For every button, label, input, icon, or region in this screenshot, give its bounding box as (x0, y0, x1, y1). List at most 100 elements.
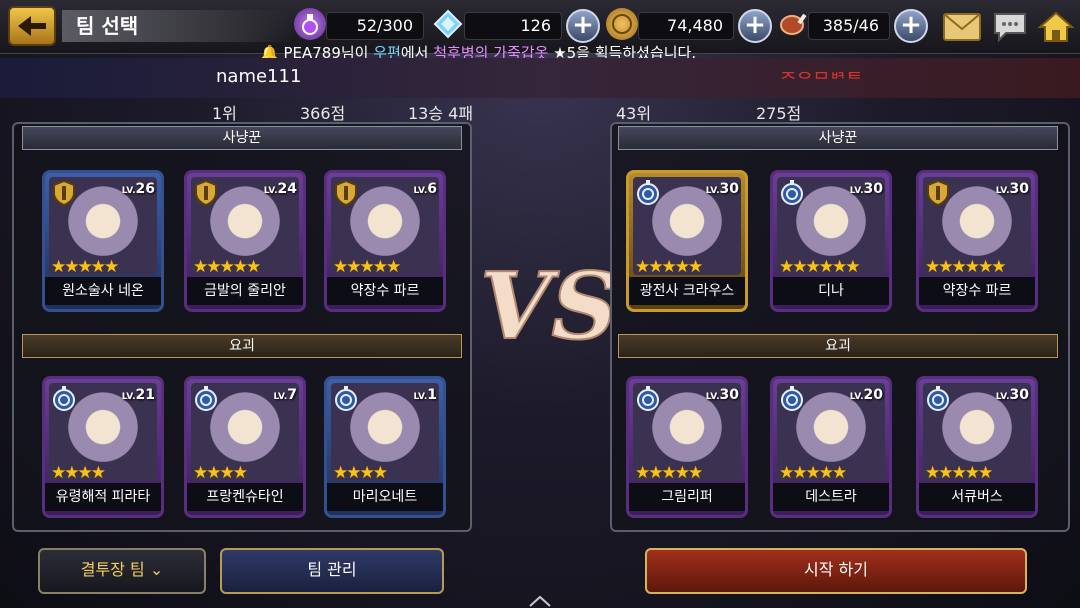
right-points: 275점 (756, 104, 802, 123)
level-value: 20 (863, 387, 883, 403)
level-label: LV.30 (995, 387, 1029, 403)
level-label: LV.30 (705, 387, 739, 403)
stamina-counter: 52/300 (326, 12, 424, 40)
vs-text: VS (480, 252, 610, 360)
orb-rank-icon (779, 385, 805, 413)
right-yokai-card-3[interactable]: LV.30 ★★★★★ 서큐버스 (916, 376, 1038, 518)
left-yokai-card-2[interactable]: LV.7 ★★★★ 프랑켄슈타인 (184, 376, 306, 518)
left-hunters-header: 사냥꾼 (22, 126, 462, 150)
chevron-up-icon[interactable] (528, 594, 552, 608)
star-rating: ★★★★★ (635, 463, 703, 483)
page-title: 팀 선택 (62, 10, 292, 42)
star-rating: ★★★★ (51, 463, 106, 483)
add-meat-button[interactable]: + (894, 9, 928, 43)
left-player-name: name111 (216, 66, 302, 87)
level-value: 30 (719, 387, 739, 403)
right-yokai-header: 요괴 (618, 334, 1058, 358)
meat-icon (778, 8, 810, 40)
character-name: 약장수 파르 (919, 277, 1035, 305)
team-manage-button[interactable]: 팀 관리 (220, 548, 444, 594)
back-arrow-icon (18, 16, 46, 36)
chat-icon[interactable] (990, 7, 1030, 47)
left-hunter-card-3[interactable]: LV.6 ★★★★★ 약장수 파르 (324, 170, 446, 312)
versus-banner (0, 58, 1080, 98)
add-gold-button[interactable]: + (738, 9, 772, 43)
character-name: 데스트라 (773, 483, 889, 511)
shield-rank-icon (333, 179, 359, 207)
right-hunters-header: 사냥꾼 (618, 126, 1058, 150)
right-hunter-card-3[interactable]: LV.30 ★★★★★★ 약장수 파르 (916, 170, 1038, 312)
level-value: 21 (135, 387, 155, 403)
mail-icon[interactable] (942, 7, 982, 47)
star-rating: ★★★★★★ (925, 257, 1006, 277)
level-label: LV.21 (121, 387, 155, 403)
star-rating: ★★★★★★ (779, 257, 860, 277)
left-record: 13승 4패 (408, 104, 474, 123)
character-name: 유령해적 피라타 (45, 483, 161, 511)
right-hunter-card-2[interactable]: LV.30 ★★★★★★ 디나 (770, 170, 892, 312)
arena-team-dropdown[interactable]: 결투장 팀 ⌄ (38, 548, 206, 594)
star-rating: ★★★★★ (635, 257, 703, 277)
level-label: LV.26 (121, 181, 155, 197)
orb-rank-icon (635, 179, 661, 207)
shield-rank-icon (925, 179, 951, 207)
character-name: 디나 (773, 277, 889, 305)
character-name: 광전사 크라우스 (629, 277, 745, 305)
left-yokai-card-3[interactable]: LV.1 ★★★★ 마리오네트 (324, 376, 446, 518)
meat-counter: 385/46 (808, 12, 890, 40)
level-label: LV.30 (995, 181, 1029, 197)
home-icon[interactable] (1036, 7, 1076, 47)
orb-rank-icon (925, 385, 951, 413)
crystal-counter: 126 (464, 12, 562, 40)
shield-rank-icon (193, 179, 219, 207)
screen-root: { "header": { "title": "팀 선택", "stamina"… (0, 0, 1080, 608)
level-label: LV.24 (263, 181, 297, 197)
orb-rank-icon (193, 385, 219, 413)
crystal-icon (432, 8, 464, 40)
left-rank: 1위 (212, 104, 237, 123)
right-hunter-card-1[interactable]: LV.30 ★★★★★ 광전사 크라우스 (626, 170, 748, 312)
vs-emblem: VS (479, 251, 610, 360)
add-crystal-button[interactable]: + (566, 9, 600, 43)
level-value: 30 (719, 181, 739, 197)
left-yokai-header: 요괴 (22, 334, 462, 358)
chevron-down-icon: ⌄ (149, 560, 164, 579)
arena-team-label: 결투장 팀 (80, 560, 145, 579)
star-rating: ★★★★★ (333, 257, 401, 277)
back-button[interactable] (8, 6, 56, 46)
character-name: 원소술사 네온 (45, 277, 161, 305)
orb-rank-icon (51, 385, 77, 413)
orb-rank-icon (635, 385, 661, 413)
star-rating: ★★★★★ (193, 257, 261, 277)
level-value: 1 (427, 387, 437, 403)
gold-coin-icon (606, 8, 638, 40)
character-name: 그림리퍼 (629, 483, 745, 511)
level-value: 26 (135, 181, 155, 197)
star-rating: ★★★★★ (779, 463, 847, 483)
right-player-name: ᄌᄋᄆᄇᄏᄐ (780, 70, 863, 91)
gold-counter: 74,480 (638, 12, 734, 40)
character-name: 마리오네트 (327, 483, 443, 511)
orb-rank-icon (779, 179, 805, 207)
level-label: LV.1 (413, 387, 437, 403)
level-label: LV.30 (849, 181, 883, 197)
left-hunter-card-1[interactable]: LV.26 ★★★★★ 원소술사 네온 (42, 170, 164, 312)
start-button[interactable]: 시작 하기 (645, 548, 1027, 594)
level-label: LV.6 (413, 181, 437, 197)
shield-rank-icon (51, 179, 77, 207)
right-yokai-card-2[interactable]: LV.20 ★★★★★ 데스트라 (770, 376, 892, 518)
right-rank: 43위 (616, 104, 652, 123)
level-value: 24 (277, 181, 297, 197)
character-name: 약장수 파르 (327, 277, 443, 305)
level-label: LV.20 (849, 387, 883, 403)
stamina-potion-icon (294, 8, 326, 40)
level-value: 7 (287, 387, 297, 403)
character-name: 금발의 줄리안 (187, 277, 303, 305)
star-rating: ★★★★ (193, 463, 248, 483)
left-yokai-card-1[interactable]: LV.21 ★★★★ 유령해적 피라타 (42, 376, 164, 518)
character-name: 서큐버스 (919, 483, 1035, 511)
right-yokai-card-1[interactable]: LV.30 ★★★★★ 그림리퍼 (626, 376, 748, 518)
character-name: 프랑켄슈타인 (187, 483, 303, 511)
left-hunter-card-2[interactable]: LV.24 ★★★★★ 금발의 줄리안 (184, 170, 306, 312)
star-rating: ★★★★★ (51, 257, 119, 277)
